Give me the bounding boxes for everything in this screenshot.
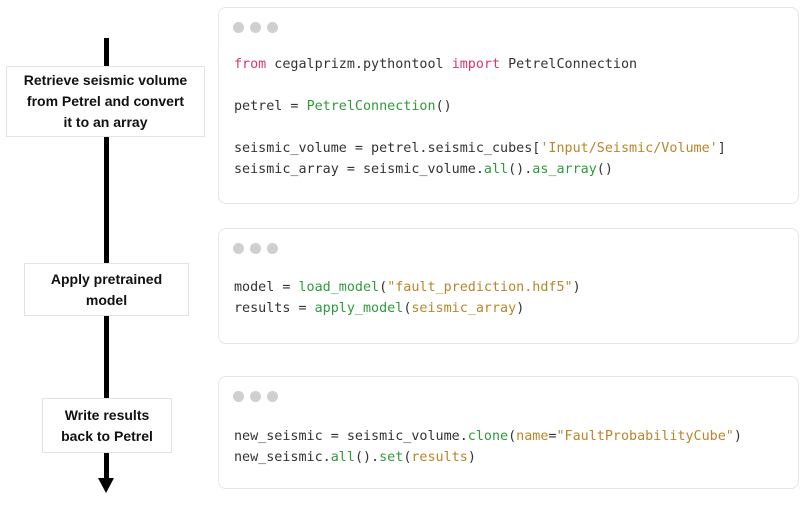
code-token-function: PetrelConnection <box>306 99 436 114</box>
code-token-function: all <box>330 450 355 465</box>
code-text: new_seismic = seismic_volume.clone(name=… <box>234 426 742 468</box>
code-token-plain: PetrelConnection <box>500 57 638 72</box>
code-token-plain: seismic_volume = petrel.seismic_cubes[ <box>234 141 541 156</box>
window-dot-icon <box>267 22 278 33</box>
code-line: petrel = PetrelConnection() <box>234 96 726 117</box>
code-token-function: all <box>483 162 509 177</box>
step-write-results-label: Write results back to Petrel <box>42 398 172 453</box>
code-token-function: load_model <box>298 280 380 295</box>
window-dot-icon <box>250 22 261 33</box>
code-token-parameter: results <box>411 450 468 465</box>
step-retrieve-label: Retrieve seismic volume from Petrel and … <box>6 66 205 137</box>
code-token-function: as_array <box>532 162 597 177</box>
code-line: seismic_volume = petrel.seismic_cubes['I… <box>234 138 726 159</box>
code-block-retrieve: from cegalprizm.pythontool import Petrel… <box>218 7 799 204</box>
code-block-write-results: new_seismic = seismic_volume.clone(name=… <box>218 376 799 489</box>
window-dot-icon <box>267 391 278 402</box>
code-token-function: clone <box>467 429 509 444</box>
code-token-parameter: name <box>516 429 549 444</box>
code-token-plain: () <box>596 162 613 177</box>
code-line: seismic_array = seismic_volume.all().as_… <box>234 159 726 180</box>
window-dots <box>233 243 278 254</box>
code-token-plain: (). <box>354 450 380 465</box>
code-line: results = apply_model(seismic_array) <box>234 298 581 319</box>
code-token-plain: model = <box>234 280 299 295</box>
window-dots <box>233 22 278 33</box>
code-token-plain: ( <box>508 429 517 444</box>
code-token-plain: ( <box>379 280 388 295</box>
code-token-plain: new_seismic = seismic_volume. <box>234 429 468 444</box>
code-token-plain: ] <box>717 141 726 156</box>
code-token-plain: () <box>435 99 452 114</box>
code-token-plain: ) <box>572 280 581 295</box>
code-line: from cegalprizm.pythontool import Petrel… <box>234 54 726 75</box>
code-token-keyword: from <box>234 57 267 72</box>
window-dot-icon <box>233 243 244 254</box>
window-dot-icon <box>250 391 261 402</box>
step-apply-model-label: Apply pretrained model <box>24 263 189 316</box>
code-token-plain: (). <box>508 162 533 177</box>
code-text: from cegalprizm.pythontool import Petrel… <box>234 54 726 180</box>
code-token-string: "fault_prediction.hdf5" <box>387 280 573 295</box>
code-token-function: set <box>379 450 404 465</box>
code-token-keyword: import <box>451 57 501 72</box>
code-token-parameter: seismic_array <box>411 301 517 316</box>
code-token-plain: ) <box>733 429 742 444</box>
code-token-string: "FaultProbabilityCube" <box>556 429 734 444</box>
code-token-plain: new_seismic. <box>234 450 331 465</box>
code-token-plain: petrel = <box>234 99 307 114</box>
window-dot-icon <box>233 22 244 33</box>
code-token-plain: seismic_array = seismic_volume. <box>234 162 484 177</box>
code-line: model = load_model("fault_prediction.hdf… <box>234 277 581 298</box>
window-dot-icon <box>250 243 261 254</box>
code-token-plain: results = <box>234 301 315 316</box>
code-token-plain: ) <box>467 450 476 465</box>
window-dot-icon <box>233 391 244 402</box>
code-line: new_seismic.all().set(results) <box>234 447 742 468</box>
code-text: model = load_model("fault_prediction.hdf… <box>234 277 581 319</box>
code-token-plain: ) <box>516 301 525 316</box>
code-block-apply-model: model = load_model("fault_prediction.hdf… <box>218 228 799 344</box>
window-dot-icon <box>267 243 278 254</box>
code-token-string: 'Input/Seismic/Volume' <box>540 141 718 156</box>
code-line: new_seismic = seismic_volume.clone(name=… <box>234 426 742 447</box>
code-token-plain: cegalprizm.pythontool <box>266 57 452 72</box>
window-dots <box>233 391 278 402</box>
code-token-function: apply_model <box>314 301 404 316</box>
flow-arrow-head <box>98 478 114 493</box>
